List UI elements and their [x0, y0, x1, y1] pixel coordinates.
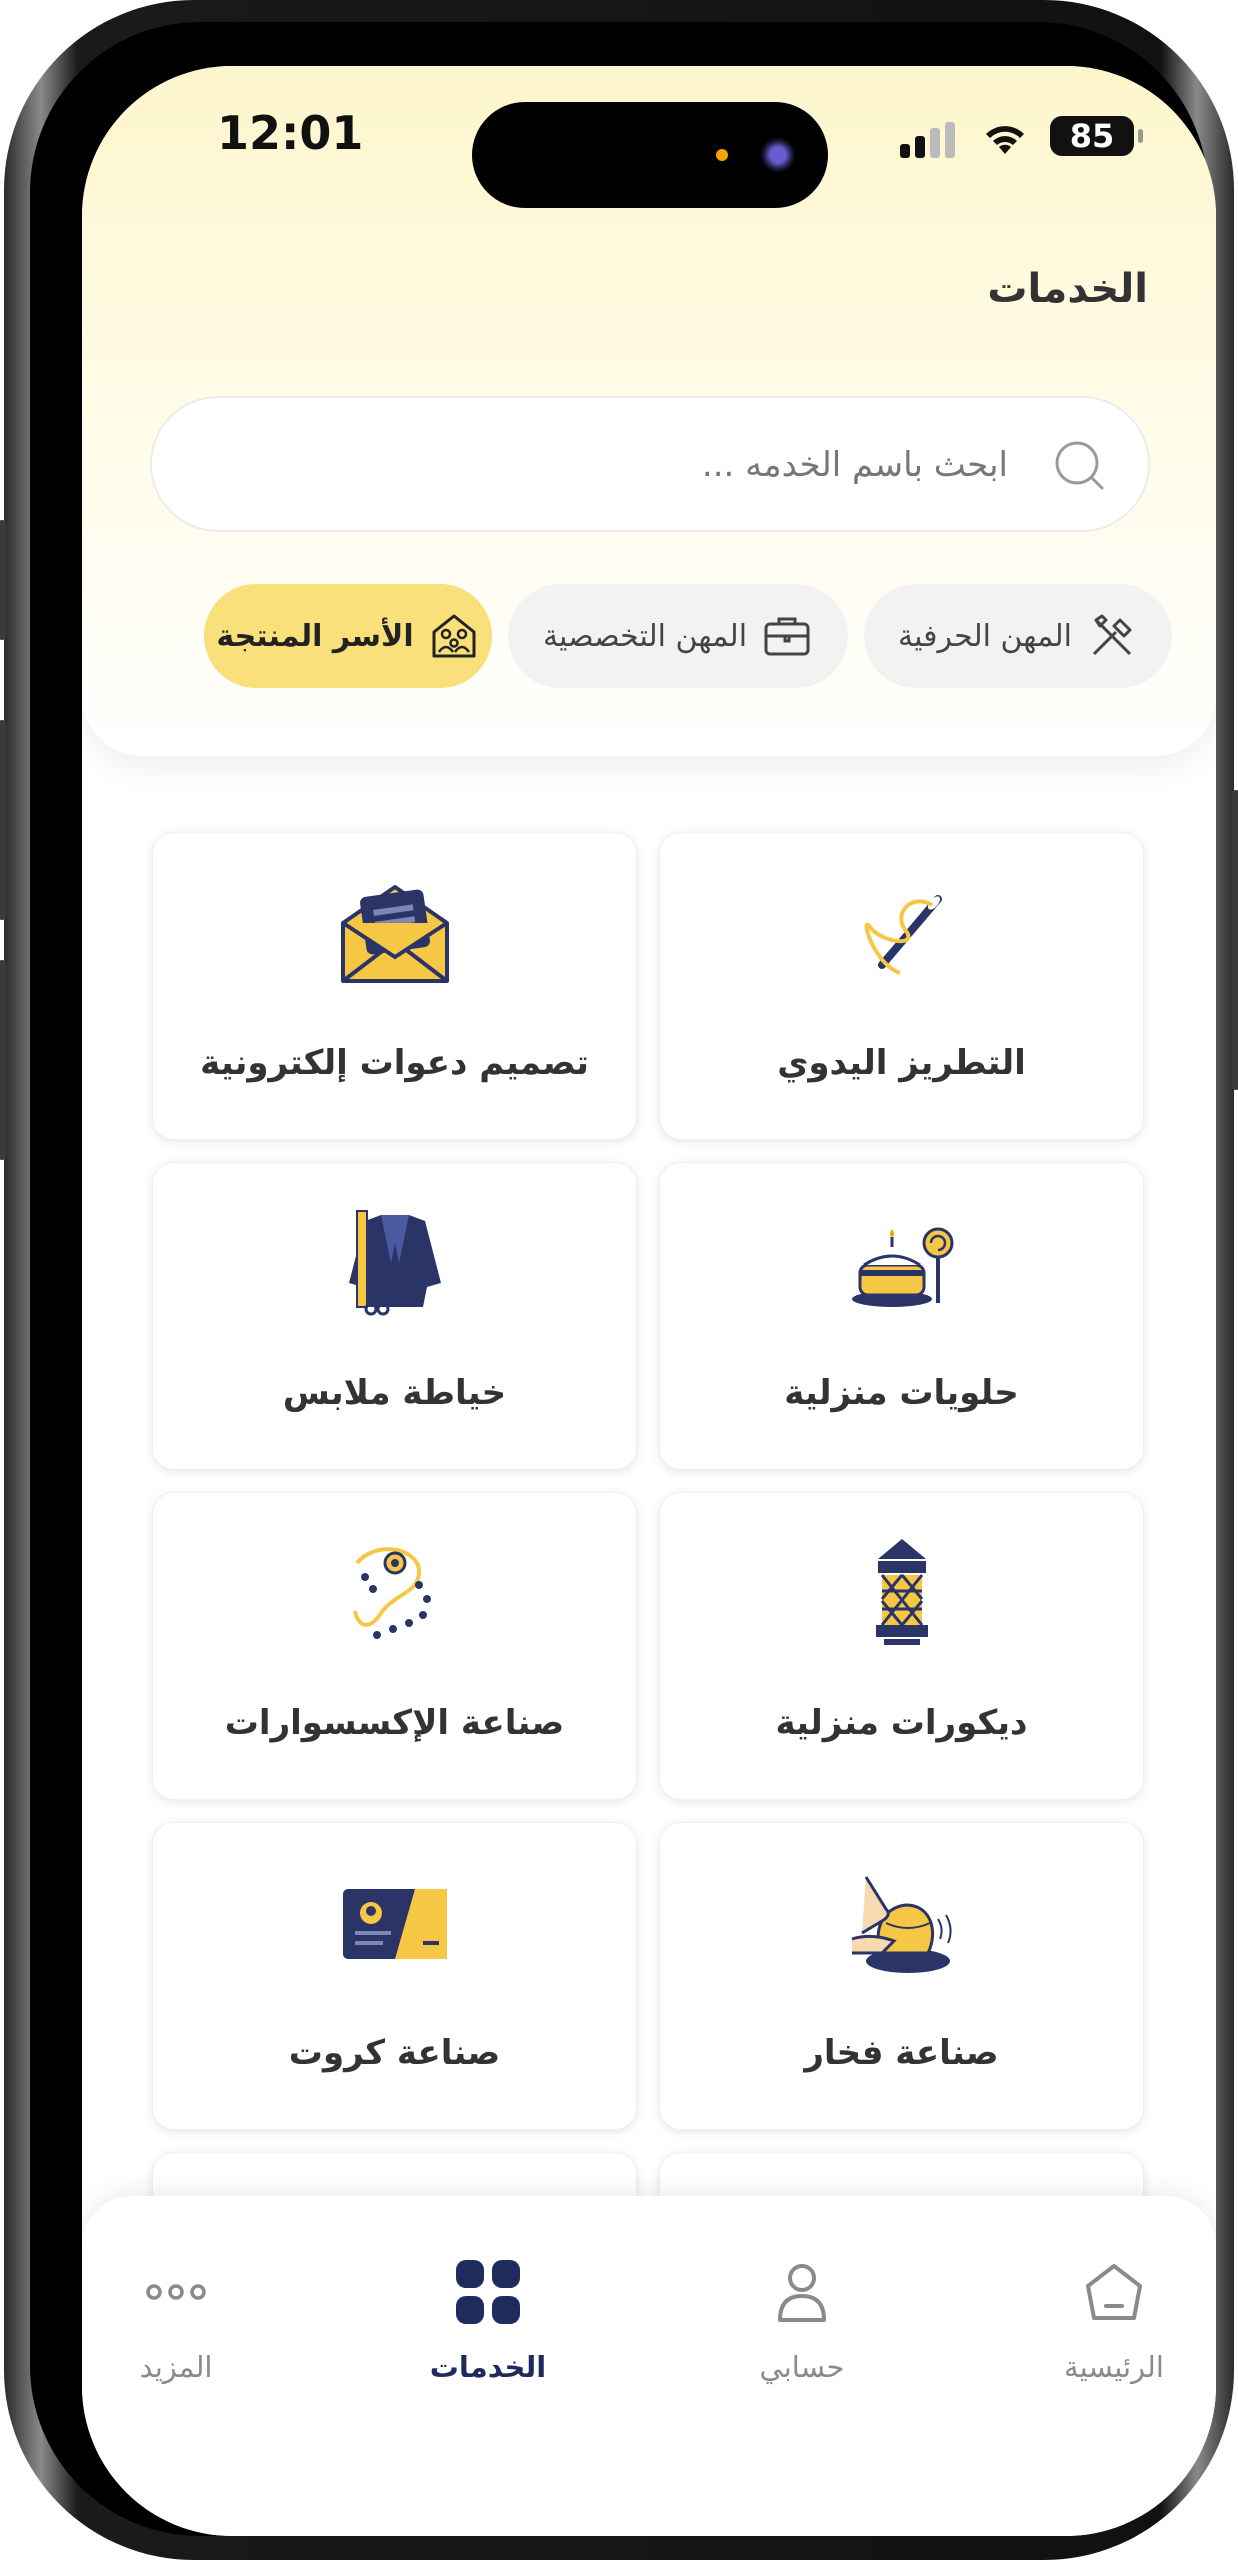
service-card-accessories[interactable]: صناعة الإكسسوارات: [152, 1492, 637, 1800]
service-card-sweets[interactable]: حلويات منزلية: [659, 1162, 1144, 1470]
nav-label: حسابي: [759, 2350, 845, 2384]
cake-icon: [851, 1227, 953, 1307]
service-label: صناعة الإكسسوارات: [224, 1703, 565, 1743]
nav-account[interactable]: حسابي: [702, 2256, 902, 2416]
nav-label: الرئيسية: [1064, 2350, 1164, 2384]
embroidery-needle-icon: [864, 895, 942, 975]
status-time: 12:01: [217, 106, 364, 160]
service-card-home-decor[interactable]: ديكورات منزلية: [659, 1492, 1144, 1800]
phone-frame: 12:01 85 الخدمات ابحث باسم الخدمه ... ال…: [0, 0, 1238, 2560]
dynamic-island: [472, 102, 828, 208]
service-label: التطريز اليدوي: [777, 1043, 1026, 1083]
chip-label: المهن الحرفية: [898, 618, 1072, 654]
search-bar[interactable]: [150, 396, 1150, 532]
nav-home[interactable]: الرئيسية: [1014, 2256, 1214, 2416]
service-label: تصميم دعوات إلكترونية: [200, 1043, 589, 1083]
chip-crafts[interactable]: المهن الحرفية: [864, 584, 1172, 688]
camera-icon: [760, 137, 796, 173]
pottery-icon: [851, 1876, 952, 1973]
lantern-icon: [875, 1539, 928, 1645]
chip-productive-families[interactable]: الأسر المنتجة: [204, 584, 492, 688]
family-home-icon: [432, 614, 476, 658]
service-card-cards[interactable]: صناعة كروت: [152, 1822, 637, 2130]
invitation-envelope-icon: [340, 885, 449, 983]
service-label: حلويات منزلية: [784, 1373, 1019, 1413]
bottom-navigation: الرئيسية حسابي الخدمات المزيد: [82, 2196, 1216, 2536]
more-icon: [146, 2284, 206, 2300]
service-label: صناعة فخار: [804, 2033, 999, 2073]
home-icon: [1086, 2264, 1142, 2320]
service-card-tailoring[interactable]: خياطة ملابس: [152, 1162, 637, 1470]
nav-services[interactable]: الخدمات: [388, 2256, 588, 2416]
search-icon: [1055, 441, 1104, 490]
app-screen: 12:01 85 الخدمات ابحث باسم الخدمه ... ال…: [82, 66, 1216, 2536]
search-input[interactable]: [246, 434, 1010, 496]
service-card-invitations[interactable]: تصميم دعوات إلكترونية: [152, 832, 637, 1140]
necklace-icon: [352, 1547, 431, 1639]
service-card-embroidery[interactable]: التطريز اليدوي: [659, 832, 1144, 1140]
service-label: خياطة ملابس: [282, 1373, 507, 1413]
tailoring-jacket-icon: [348, 1210, 441, 1316]
service-label: ديكورات منزلية: [775, 1703, 1028, 1743]
tools-icon: [1092, 614, 1132, 656]
nav-label: الخدمات: [429, 2350, 547, 2384]
service-label: صناعة كروت: [288, 2033, 501, 2073]
briefcase-icon: [764, 617, 810, 656]
grid-icon: [456, 2260, 520, 2324]
nav-more[interactable]: المزيد: [82, 2256, 276, 2416]
chip-label: المهن التخصصية: [542, 618, 748, 654]
chip-professions[interactable]: المهن التخصصية: [508, 584, 848, 688]
nav-label: المزيد: [139, 2350, 213, 2384]
user-icon: [778, 2264, 826, 2322]
page-title: الخدمات: [987, 266, 1148, 312]
chip-label: الأسر المنتجة: [216, 618, 414, 654]
card-icon: [342, 1889, 447, 1959]
wifi-icon: [986, 126, 1024, 154]
battery-indicator: 85: [1050, 116, 1143, 156]
service-card-pottery[interactable]: صناعة فخار: [659, 1822, 1144, 2130]
